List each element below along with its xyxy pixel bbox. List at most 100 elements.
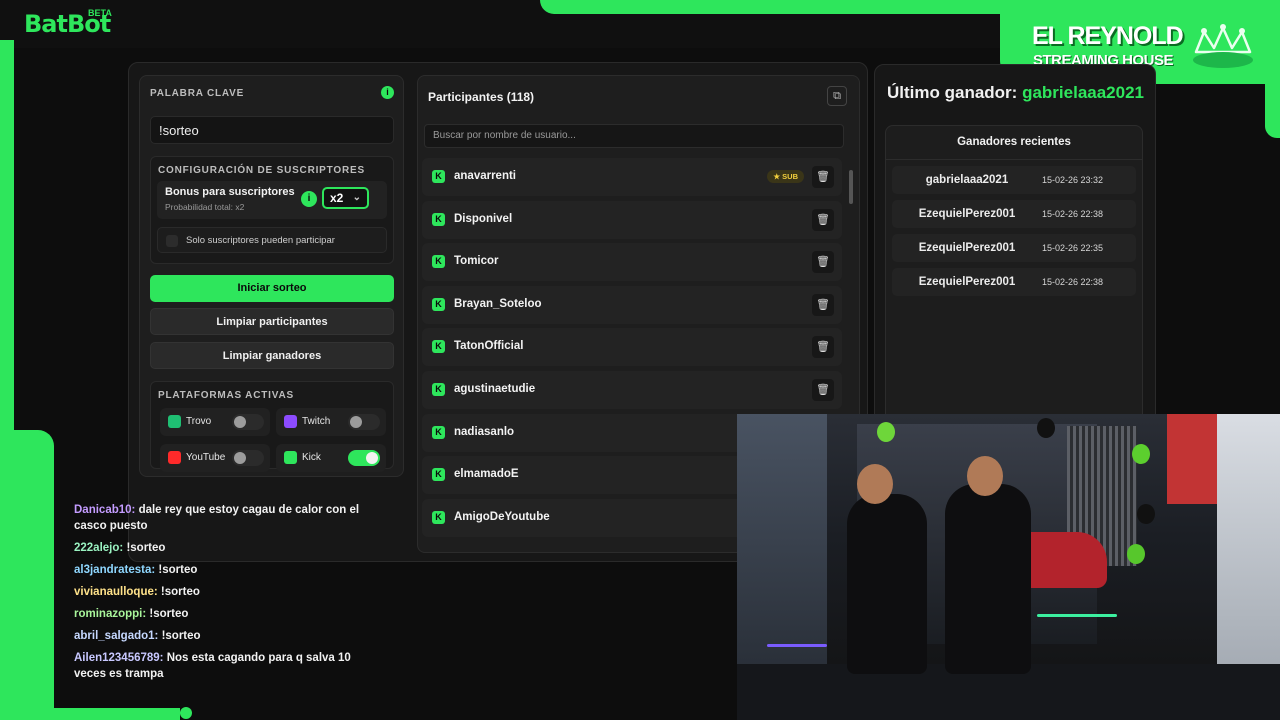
winner-row: EzequielPerez001 15-02-26 22:38 bbox=[892, 200, 1136, 228]
participant-name: AmigoDeYoutube bbox=[454, 510, 550, 523]
trash-icon[interactable]: 🗑 bbox=[812, 336, 834, 359]
chat-message: rominazoppi: !sorteo bbox=[74, 606, 374, 622]
recent-winners-panel: Ganadores recientes gabrielaaa2021 15-02… bbox=[885, 125, 1143, 425]
trash-icon[interactable]: 🗑 bbox=[812, 208, 834, 231]
kick-icon: K bbox=[432, 468, 445, 482]
platform-name: Trovo bbox=[186, 416, 212, 427]
participant-row: K Tomicor 🗑 bbox=[422, 243, 842, 282]
platform-youtube: YouTube bbox=[160, 444, 270, 472]
chat-user: al3jandratesta: bbox=[74, 564, 156, 576]
chat-user: vivianaulloque: bbox=[74, 586, 158, 598]
sub-badge-label: SUB bbox=[782, 172, 798, 181]
info-icon[interactable]: i bbox=[381, 86, 394, 99]
person-head bbox=[967, 456, 1003, 496]
stream-overlay: BatBot BETA EL REYNOLD STREAMING HOUSE P… bbox=[0, 0, 1280, 720]
beta-badge: BETA bbox=[88, 8, 112, 18]
brand-title: EL REYNOLD bbox=[1032, 22, 1184, 50]
chat-message: abril_salgado1: !sorteo bbox=[74, 628, 374, 644]
winner-date: 15-02-26 22:38 bbox=[1042, 209, 1104, 219]
platforms-label: PLATAFORMAS ACTIVAS bbox=[158, 390, 294, 401]
twitch-icon bbox=[284, 415, 297, 428]
frame-accent-top bbox=[540, 0, 1280, 14]
crown-icon bbox=[1193, 24, 1253, 68]
frame-accent-left-lower bbox=[0, 430, 54, 720]
chat-user: 222alejo: bbox=[74, 542, 124, 554]
last-winner-heading: Último ganador: gabrielaaa2021 bbox=[887, 83, 1144, 103]
participant-name: Disponivel bbox=[454, 212, 513, 225]
balloon bbox=[1037, 418, 1055, 438]
kick-icon: K bbox=[432, 425, 445, 439]
trash-icon[interactable]: 🗑 bbox=[812, 166, 834, 188]
youtube-toggle[interactable] bbox=[232, 450, 264, 466]
kick-icon: K bbox=[432, 510, 445, 524]
only-subs-checkbox[interactable] bbox=[166, 235, 178, 247]
participant-row: K Brayan_Soteloo 🗑 bbox=[422, 285, 842, 324]
chat-text: !sorteo bbox=[158, 564, 198, 576]
participant-row: K TatonOfficial 🗑 bbox=[422, 328, 842, 367]
kick-icon: K bbox=[432, 255, 445, 269]
clear-participants-button[interactable]: Limpiar participantes bbox=[150, 308, 394, 335]
frame-accent-dot bbox=[180, 707, 192, 719]
multiplier-select[interactable]: x2 ⌄ bbox=[322, 187, 369, 209]
person bbox=[945, 484, 1031, 674]
balloon bbox=[1132, 444, 1150, 464]
last-winner-label: Último ganador: bbox=[887, 83, 1018, 102]
trovo-icon bbox=[168, 415, 181, 428]
info-icon[interactable]: i bbox=[301, 191, 317, 207]
balloon bbox=[877, 422, 895, 442]
winner-row: gabrielaaa2021 15-02-26 23:32 bbox=[892, 166, 1136, 194]
winners-window: Último ganador: gabrielaaa2021 Ganadores… bbox=[874, 64, 1156, 425]
person-head bbox=[857, 464, 893, 504]
participant-row: K Disponivel 🗑 bbox=[422, 200, 842, 239]
frame-accent-bottom bbox=[0, 708, 180, 720]
person bbox=[847, 494, 927, 674]
participant-name: Tomicor bbox=[454, 255, 499, 268]
multiplier-value: x2 bbox=[330, 191, 344, 205]
chat-text: !sorteo bbox=[160, 586, 200, 598]
platform-twitch: Twitch bbox=[276, 408, 386, 436]
neon-light bbox=[1037, 614, 1117, 617]
subscriber-bonus-row: Bonus para suscriptores Probabilidad tot… bbox=[157, 181, 387, 219]
cam-banner bbox=[1167, 414, 1217, 504]
youtube-icon bbox=[168, 451, 181, 464]
winner-name: EzequielPerez001 bbox=[918, 242, 1016, 254]
bonus-title: Bonus para suscriptores bbox=[165, 186, 295, 198]
winner-row: EzequielPerez001 15-02-26 22:35 bbox=[892, 234, 1136, 262]
neon-light bbox=[767, 644, 827, 647]
chat-text: !sorteo bbox=[161, 630, 201, 642]
kick-toggle[interactable] bbox=[348, 450, 380, 466]
start-giveaway-button[interactable]: Iniciar sorteo bbox=[150, 275, 394, 302]
participant-name: elmamadoE bbox=[454, 468, 519, 481]
platform-name: YouTube bbox=[186, 452, 226, 463]
chat-text: !sorteo bbox=[149, 608, 189, 620]
frame-accent-left bbox=[0, 40, 14, 430]
copy-icon[interactable]: ⧉ bbox=[827, 86, 847, 106]
winner-name: EzequielPerez001 bbox=[918, 276, 1016, 288]
recent-winners-title: Ganadores recientes bbox=[957, 136, 1071, 148]
trash-icon[interactable]: 🗑 bbox=[812, 378, 834, 401]
chat-user: abril_salgado1: bbox=[74, 630, 159, 642]
keyword-input[interactable]: !sorteo bbox=[150, 116, 394, 144]
participant-name: Brayan_Soteloo bbox=[454, 297, 542, 310]
winner-date: 15-02-26 23:32 bbox=[1042, 175, 1104, 185]
winner-date: 15-02-26 22:35 bbox=[1042, 243, 1104, 253]
platform-name: Twitch bbox=[302, 416, 331, 427]
frame-accent-right bbox=[1265, 0, 1280, 138]
kick-icon: K bbox=[432, 170, 445, 183]
chat-user: rominazoppi: bbox=[74, 608, 147, 620]
webcam-feed bbox=[737, 414, 1280, 720]
only-subs-row[interactable]: Solo suscriptores pueden participar bbox=[157, 227, 387, 253]
kick-icon: K bbox=[432, 297, 445, 311]
participant-name: agustinaetudie bbox=[454, 382, 536, 395]
kick-icon bbox=[284, 451, 297, 464]
participant-name: nadiasanlo bbox=[454, 425, 515, 438]
trash-icon[interactable]: 🗑 bbox=[812, 293, 834, 316]
trash-icon[interactable]: 🗑 bbox=[812, 251, 834, 274]
trovo-toggle[interactable] bbox=[232, 414, 264, 430]
twitch-toggle[interactable] bbox=[348, 414, 380, 430]
scrollbar[interactable] bbox=[849, 170, 853, 204]
chat-message: vivianaulloque: !sorteo bbox=[74, 584, 374, 600]
chat-message: al3jandratesta: !sorteo bbox=[74, 562, 374, 578]
participant-search-input[interactable]: Buscar por nombre de usuario... bbox=[424, 124, 844, 148]
clear-winners-button[interactable]: Limpiar ganadores bbox=[150, 342, 394, 369]
